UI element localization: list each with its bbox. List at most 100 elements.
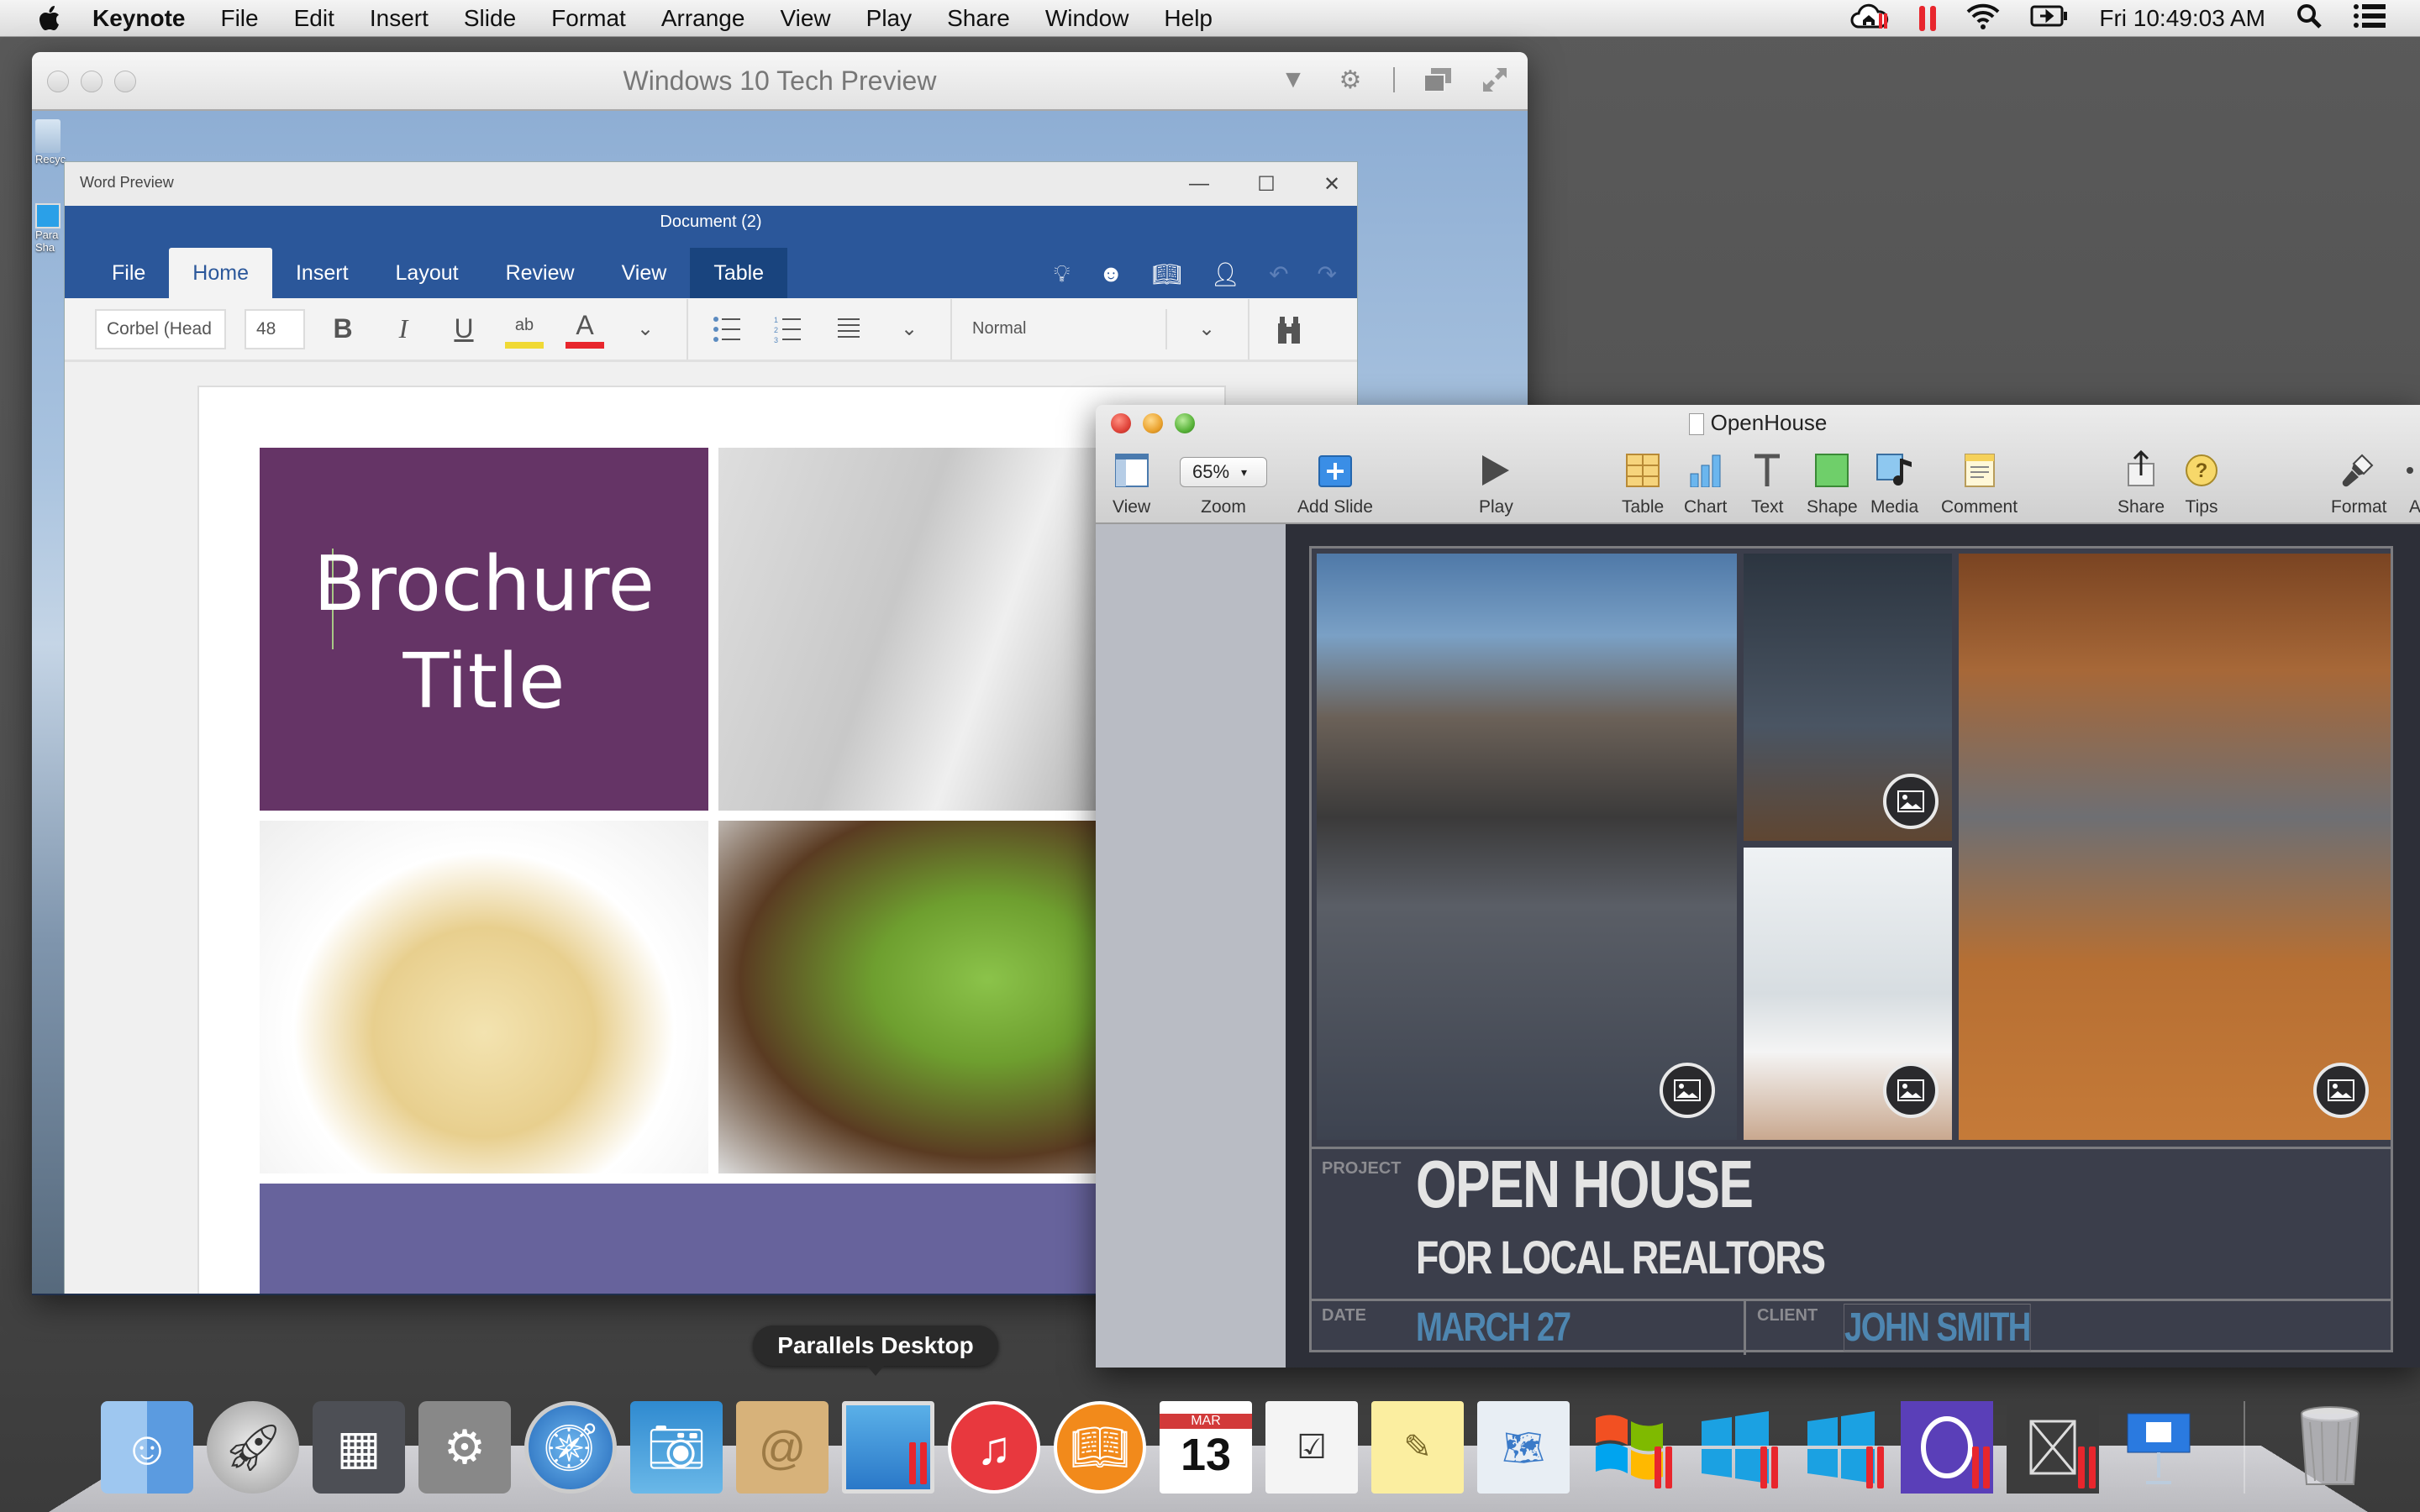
paragraph-more-chevron-icon[interactable]: ⌄	[890, 310, 929, 349]
brochure-title-line-2[interactable]: Title	[260, 638, 708, 726]
close-icon[interactable]: ✕	[1317, 169, 1347, 199]
share-person-icon[interactable]: 👤︎	[1211, 260, 1241, 288]
smiley-feedback-icon[interactable]: ☻	[1099, 260, 1123, 288]
slide[interactable]: PROJECT OPEN HOUSE FOR LOCAL REALTORS DA…	[1309, 546, 2393, 1355]
lightbulb-icon[interactable]: 💡︎	[1054, 260, 1071, 288]
media-placeholder-icon[interactable]	[1660, 1063, 1715, 1118]
dock-reminders-icon[interactable]: ☑	[1265, 1401, 1358, 1494]
menu-view[interactable]: View	[780, 5, 830, 32]
dock-windows-8-icon[interactable]	[1795, 1401, 1887, 1494]
menu-share[interactable]: Share	[947, 5, 1010, 32]
tab-review[interactable]: Review	[482, 248, 598, 298]
bullets-icon[interactable]	[708, 310, 747, 349]
apple-menu-icon[interactable]	[32, 4, 66, 33]
dock-system-preferences-icon[interactable]: ⚙	[418, 1401, 511, 1494]
dock-cortana-icon[interactable]	[1901, 1401, 1993, 1494]
menu-app-keynote[interactable]: Keynote	[92, 5, 185, 32]
text-button[interactable]: Text	[1751, 449, 1784, 517]
document-page[interactable]: Brochure Title	[197, 386, 1226, 1295]
battery-charging-icon[interactable]	[2030, 4, 2069, 34]
font-size-field[interactable]: 48	[245, 308, 305, 349]
media-placeholder-icon[interactable]	[2313, 1063, 2369, 1118]
dock-keynote-icon[interactable]	[2112, 1401, 2205, 1494]
styles-chevron-icon[interactable]: ⌄	[1187, 310, 1226, 349]
tab-table[interactable]: Table	[690, 248, 788, 298]
cloud-home-icon[interactable]	[1850, 2, 1889, 36]
align-icon[interactable]	[829, 310, 868, 349]
zoom-select[interactable]: 65% ▾	[1180, 457, 1267, 487]
font-color-button[interactable]: A	[566, 310, 604, 349]
italic-button[interactable]: I	[384, 310, 423, 349]
wifi-icon[interactable]	[1966, 3, 2000, 35]
highlight-button[interactable]: ab	[505, 310, 544, 349]
dock-windows-xp-icon[interactable]	[1583, 1401, 1676, 1494]
dock-image-capture-icon[interactable]: 📷︎	[630, 1401, 723, 1494]
clock[interactable]: Fri 10:49:03 AM	[2099, 5, 2265, 32]
spotlight-search-icon[interactable]	[2296, 3, 2323, 35]
menu-arrange[interactable]: Arrange	[661, 5, 745, 32]
menu-file[interactable]: File	[220, 5, 258, 32]
share-button[interactable]: Share	[2118, 449, 2165, 517]
font-name-field[interactable]: Corbel (Head	[95, 308, 226, 349]
add-slide-button[interactable]: Add Slide	[1297, 449, 1373, 517]
dock-trash-icon[interactable]	[2284, 1401, 2376, 1494]
dock-maps-icon[interactable]: 🗺︎	[1477, 1401, 1570, 1494]
tab-home[interactable]: Home	[169, 248, 272, 298]
play-button[interactable]: Play	[1479, 449, 1513, 517]
undo-icon[interactable]: ↶	[1269, 260, 1288, 288]
dock-windows-app-icon[interactable]	[2007, 1401, 2099, 1494]
media-button[interactable]: Media	[1870, 449, 1918, 517]
gear-icon[interactable]: ⚙	[1336, 66, 1365, 94]
dock-itunes-icon[interactable]: ♫	[948, 1401, 1040, 1494]
menu-insert[interactable]: Insert	[370, 5, 429, 32]
tab-view[interactable]: View	[598, 248, 691, 298]
slide-canvas[interactable]: PROJECT OPEN HOUSE FOR LOCAL REALTORS DA…	[1286, 524, 2420, 1368]
table-button[interactable]: Table	[1622, 449, 1664, 517]
parallels-shared-desktop-icon[interactable]: Para Sha	[35, 203, 66, 254]
comment-button[interactable]: Comment	[1941, 449, 2018, 517]
bold-button[interactable]: B	[324, 310, 362, 349]
menu-format[interactable]: Format	[551, 5, 626, 32]
client-value[interactable]: JOHN SMITH	[1844, 1304, 2031, 1352]
media-placeholder-icon[interactable]	[1883, 774, 1939, 829]
coherence-icon[interactable]	[1423, 66, 1452, 94]
dock-calendar-icon[interactable]: MAR 13	[1160, 1401, 1252, 1494]
find-binoculars-icon[interactable]	[1270, 310, 1308, 349]
dock-safari-icon[interactable]: 🧭︎	[524, 1401, 617, 1494]
redo-icon[interactable]: ↷	[1318, 260, 1337, 288]
view-button[interactable]: View	[1113, 449, 1150, 517]
minimize-icon[interactable]: —	[1184, 169, 1214, 199]
shower-photo[interactable]	[1744, 554, 1952, 841]
dock-notes-icon[interactable]: ✎	[1371, 1401, 1464, 1494]
chart-button[interactable]: Chart	[1684, 449, 1727, 517]
brochure-title-block[interactable]: Brochure Title	[260, 448, 708, 811]
tab-layout[interactable]: Layout	[372, 248, 482, 298]
maximize-icon[interactable]: ☐	[1251, 169, 1281, 199]
tab-file[interactable]: File	[88, 248, 169, 298]
shape-button[interactable]: Shape	[1807, 449, 1858, 517]
living-room-photo[interactable]	[1744, 848, 1952, 1140]
dock-launchpad-icon[interactable]: 🚀︎	[207, 1401, 299, 1494]
media-placeholder-icon[interactable]	[1883, 1063, 1939, 1118]
dock-mission-control-icon[interactable]: ▦	[313, 1401, 405, 1494]
fullscreen-icon[interactable]	[1481, 66, 1509, 94]
tips-button[interactable]: ? Tips	[2185, 449, 2218, 517]
menu-play[interactable]: Play	[866, 5, 912, 32]
slide-navigator[interactable]	[1096, 524, 1286, 1368]
house-exterior-photo[interactable]	[1317, 554, 1737, 1140]
dock-parallels-desktop-icon[interactable]	[842, 1401, 934, 1494]
dock-ibooks-icon[interactable]: 📖︎	[1054, 1401, 1146, 1494]
parallels-icon[interactable]	[1919, 6, 1937, 31]
zoom-control[interactable]: 65% ▾ Zoom	[1180, 449, 1267, 517]
dock-windows-10-icon[interactable]	[1689, 1401, 1781, 1494]
tab-insert[interactable]: Insert	[272, 248, 372, 298]
staircase-interior-photo[interactable]	[1959, 554, 2391, 1140]
menu-window[interactable]: Window	[1045, 5, 1129, 32]
notification-center-icon[interactable]	[2353, 3, 2386, 34]
recycle-bin-desktop-icon[interactable]: Recyc	[35, 119, 66, 165]
menu-slide[interactable]: Slide	[464, 5, 516, 32]
brochure-title-line-1[interactable]: Brochure	[260, 540, 708, 628]
slide-subtitle[interactable]: FOR LOCAL REALTORS	[1416, 1230, 1826, 1284]
slide-title[interactable]: OPEN HOUSE	[1416, 1146, 1754, 1223]
pasta-clams-photo[interactable]	[260, 821, 708, 1173]
